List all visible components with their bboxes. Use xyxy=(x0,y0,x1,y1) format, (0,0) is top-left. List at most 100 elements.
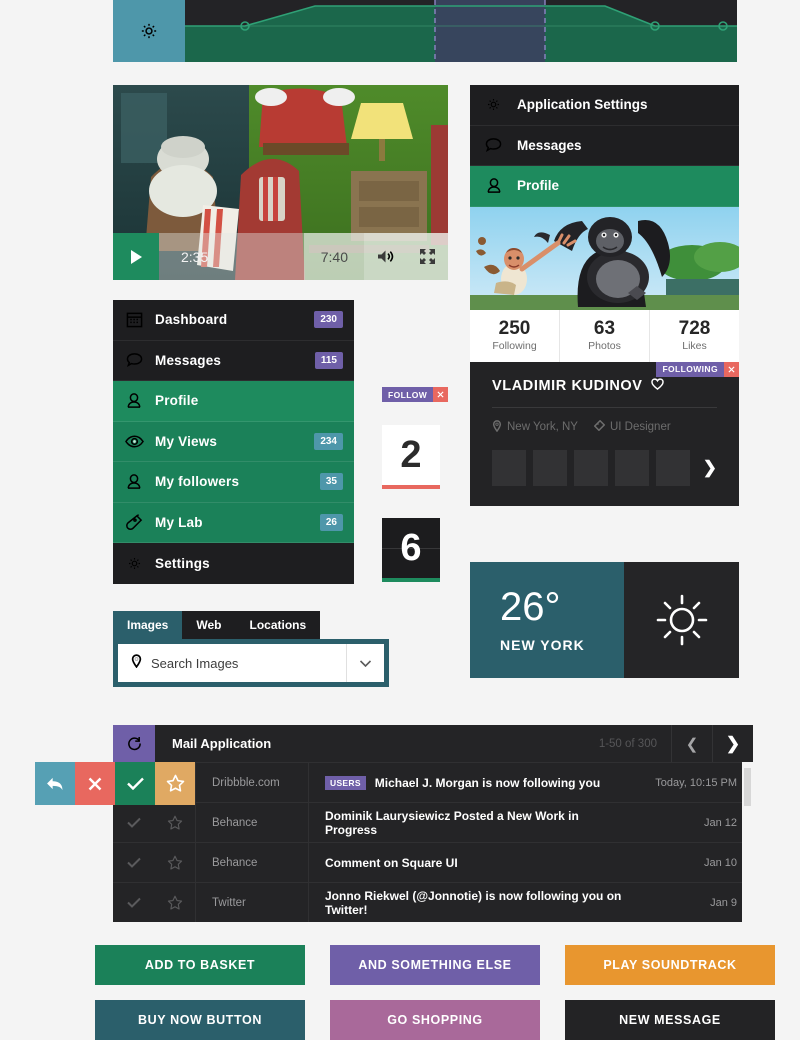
heart-icon[interactable] xyxy=(650,377,664,394)
counter-tile-light[interactable]: 2 xyxy=(382,425,440,489)
go-shopping-button[interactable]: GO SHOPPING xyxy=(330,1000,540,1040)
play-button[interactable] xyxy=(113,233,159,280)
mail-scrollbar-thumb[interactable] xyxy=(744,768,751,806)
row-check-button[interactable] xyxy=(113,843,154,882)
menu-item-my-lab[interactable]: My Lab 26 xyxy=(113,502,354,543)
row-check-button[interactable] xyxy=(113,883,154,922)
user-icon xyxy=(113,473,155,490)
profile-thumb[interactable] xyxy=(532,449,567,486)
menu-item-label: Dashboard xyxy=(155,312,228,328)
video-player[interactable]: 2:35 7:40 xyxy=(113,85,448,280)
menu-item-profile[interactable]: Profile xyxy=(113,381,354,422)
profile-location-text: New York, NY xyxy=(507,421,578,433)
eye-icon xyxy=(113,435,155,448)
row-source: Dribbble.com xyxy=(195,763,308,802)
weather-widget: 26° NEW YORK xyxy=(470,562,739,678)
chart-plot[interactable] xyxy=(185,0,737,62)
row-star-button[interactable] xyxy=(154,843,195,882)
follow-badge[interactable]: FOLLOW xyxy=(382,387,449,402)
approve-button[interactable] xyxy=(115,762,155,805)
panel-item-label: Profile xyxy=(517,178,560,194)
tab-locations[interactable]: Locations xyxy=(235,611,321,639)
weather-city: NEW YORK xyxy=(500,637,585,653)
profile-thumb[interactable] xyxy=(614,449,649,486)
favorite-button[interactable] xyxy=(155,762,195,805)
row-star-button[interactable] xyxy=(154,883,195,922)
table-row[interactable]: Dribbble.com USERS Michael J. Morgan is … xyxy=(113,762,753,802)
close-icon[interactable] xyxy=(433,387,449,402)
gear-icon xyxy=(141,23,157,39)
mail-next-button[interactable]: ❯ xyxy=(712,725,753,762)
calendar-icon xyxy=(113,311,155,328)
following-badge[interactable]: FOLLOWING xyxy=(656,361,739,377)
row-subject: Comment on Square UI xyxy=(325,855,458,870)
reply-button[interactable] xyxy=(35,762,75,805)
tab-images[interactable]: Images xyxy=(113,611,183,639)
refresh-icon xyxy=(127,736,141,751)
total-time: 7:40 xyxy=(304,233,364,280)
chevron-down-icon xyxy=(360,659,371,667)
add-to-basket-button[interactable]: ADD TO BASKET xyxy=(95,945,305,985)
and-something-else-button[interactable]: AND SOMETHING ELSE xyxy=(330,945,540,985)
row-source: Twitter xyxy=(195,883,308,922)
refresh-button[interactable] xyxy=(113,725,155,762)
table-row[interactable]: Behance Dominik Laurysiewicz Posted a Ne… xyxy=(113,802,753,842)
counter-underline xyxy=(382,578,440,582)
profile-panel: Application Settings Messages Profile 25… xyxy=(470,85,739,506)
star-icon xyxy=(167,855,182,870)
star-icon xyxy=(167,895,182,910)
buy-now-button[interactable]: BUY NOW BUTTON xyxy=(95,1000,305,1040)
menu-item-my-followers[interactable]: My followers 35 xyxy=(113,462,354,503)
close-icon xyxy=(88,777,102,790)
menu-item-label: My Views xyxy=(155,433,218,449)
menu-item-label: My followers xyxy=(155,474,240,490)
search-dropdown-button[interactable] xyxy=(346,644,384,682)
fullscreen-button[interactable] xyxy=(406,233,448,280)
mail-title: Mail Application xyxy=(172,736,272,751)
menu-item-my-views[interactable]: My Views 234 xyxy=(113,421,354,462)
menu-item-settings[interactable]: Settings xyxy=(113,543,354,584)
stat-following[interactable]: 250 Following xyxy=(470,309,560,362)
search-input[interactable]: Search Images xyxy=(118,644,346,682)
close-icon[interactable] xyxy=(724,361,739,377)
panel-item-messages[interactable]: Messages xyxy=(470,126,739,166)
menu-item-badge: 115 xyxy=(314,351,343,369)
profile-thumb[interactable] xyxy=(573,449,608,486)
stat-photos[interactable]: 63 Photos xyxy=(560,309,650,362)
play-soundtrack-button[interactable]: PLAY SOUNDTRACK xyxy=(565,945,775,985)
tab-web[interactable]: Web xyxy=(182,611,236,639)
panel-item-profile[interactable]: Profile xyxy=(470,166,739,207)
delete-button[interactable] xyxy=(75,762,115,805)
check-icon xyxy=(126,897,141,908)
tag-icon xyxy=(593,419,606,434)
menu-item-label: Messages xyxy=(155,352,222,368)
table-row[interactable]: Twitter Jonno Riekwel (@Jonnotie) is now… xyxy=(113,882,753,922)
profile-thumb[interactable] xyxy=(655,449,690,486)
menu-item-messages[interactable]: Messages 115 xyxy=(113,341,354,381)
row-star-button[interactable] xyxy=(154,803,195,842)
counter-tile-dark[interactable]: 6 xyxy=(382,518,440,582)
volume-button[interactable] xyxy=(364,233,406,280)
menu-item-dashboard[interactable]: Dashboard 230 xyxy=(113,300,354,341)
table-row[interactable]: Behance Comment on Square UI Jan 10 xyxy=(113,842,753,882)
current-time: 2:35 xyxy=(159,233,304,280)
chevron-right-icon[interactable]: ❯ xyxy=(703,458,717,478)
row-subject-cell: Jonno Riekwel (@Jonnotie) is now followi… xyxy=(308,883,631,922)
video-controls[interactable]: 2:35 7:40 xyxy=(113,233,448,280)
play-icon xyxy=(131,249,142,264)
panel-item-application-settings[interactable]: Application Settings xyxy=(470,85,739,126)
chart-settings-button[interactable] xyxy=(113,0,185,62)
mail-prev-button[interactable]: ❮ xyxy=(671,725,712,762)
search-tabs: Images Web Locations xyxy=(113,611,389,639)
weather-temperature: 26° xyxy=(500,585,561,629)
mail-action-bar xyxy=(35,762,195,805)
profile-thumb[interactable] xyxy=(492,449,526,486)
flask-icon xyxy=(113,513,155,531)
stat-likes[interactable]: 728 Likes xyxy=(650,310,739,362)
row-check-button[interactable] xyxy=(113,803,154,842)
new-message-button[interactable]: NEW MESSAGE xyxy=(565,1000,775,1040)
menu-item-badge: 26 xyxy=(319,513,343,531)
profile-stats: 250 Following 63 Photos 728 Likes xyxy=(470,309,739,362)
row-source: Behance xyxy=(195,803,308,842)
mail-header: Mail Application 1-50 of 300 ❮ ❯ xyxy=(113,725,753,762)
